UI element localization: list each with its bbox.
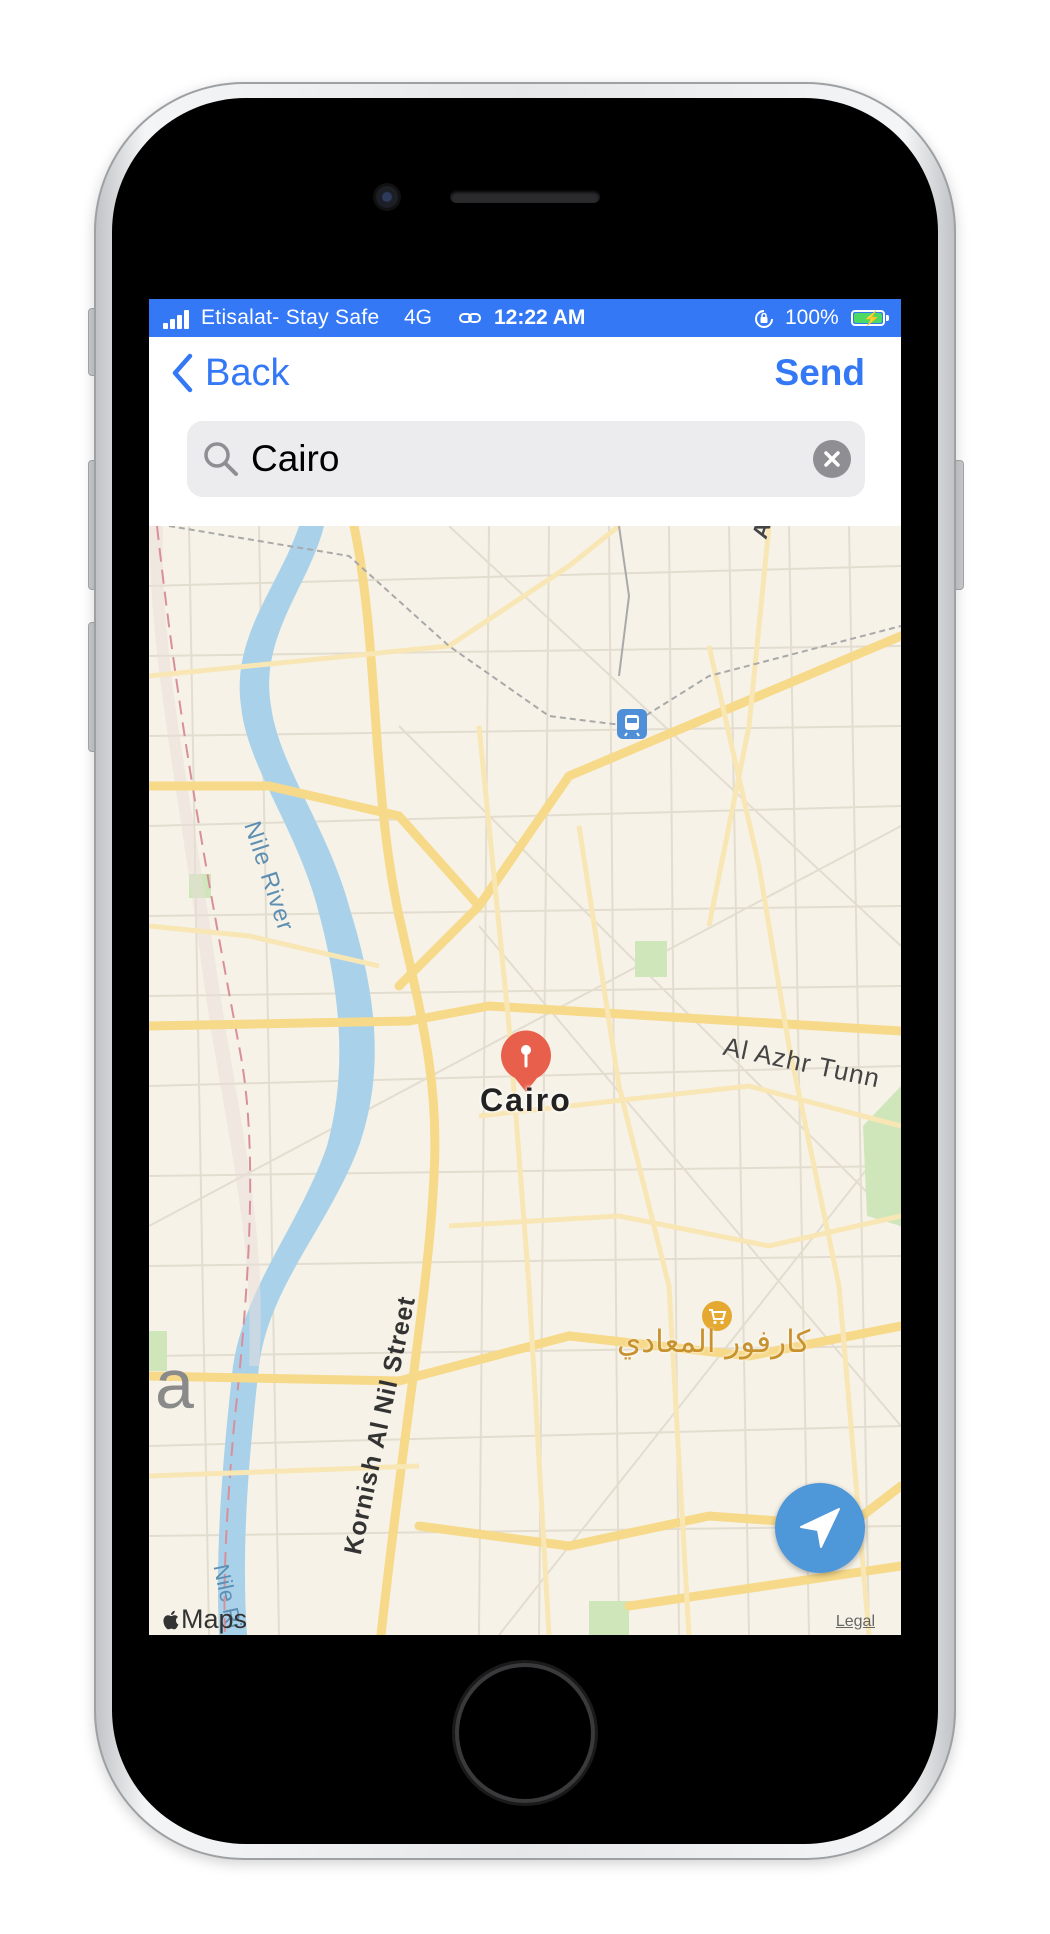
- front-camera: [376, 186, 398, 208]
- navigation-arrow-icon: [800, 1508, 840, 1548]
- chevron-left-icon: [172, 353, 193, 393]
- back-button-label: Back: [205, 351, 290, 394]
- poi-label-carrefour[interactable]: كارفور المعادي: [617, 1324, 810, 1360]
- maps-attribution: Maps: [181, 1604, 248, 1634]
- map-view[interactable]: Nile River Nile Ri Ah Al Azhr Tunn Korni…: [149, 526, 901, 1635]
- search-icon: [204, 442, 238, 476]
- carrier-name: Etisalat- Stay Safe: [201, 306, 380, 329]
- apple-logo-icon: [163, 1610, 179, 1629]
- search-bar[interactable]: [187, 421, 865, 497]
- earpiece-speaker: [450, 190, 600, 203]
- apple-maps-logo: Maps: [163, 1604, 247, 1635]
- train-station-icon[interactable]: [617, 709, 647, 739]
- close-icon: [824, 451, 840, 467]
- status-bar: Etisalat- Stay Safe 4G 12:22 AM 100% ⚡: [149, 299, 901, 337]
- send-button-label: Send: [774, 352, 865, 393]
- map-edge-letter: a: [155, 1345, 194, 1423]
- network-type: 4G: [404, 306, 433, 329]
- screen: Etisalat- Stay Safe 4G 12:22 AM 100% ⚡ B…: [149, 299, 901, 1635]
- orientation-lock-icon: [755, 310, 773, 328]
- battery-percentage: 100%: [785, 306, 839, 329]
- send-button[interactable]: Send: [775, 351, 865, 395]
- back-button[interactable]: Back: [171, 351, 289, 395]
- city-label: Cairo: [480, 1082, 572, 1118]
- legal-link[interactable]: Legal: [836, 1613, 875, 1631]
- home-button[interactable]: [459, 1667, 591, 1799]
- battery-charging-icon: ⚡: [851, 310, 889, 326]
- signal-bars-icon: [163, 309, 195, 329]
- clear-search-button[interactable]: [813, 440, 851, 478]
- search-input[interactable]: [251, 435, 791, 483]
- status-time: 12:22 AM: [494, 306, 586, 329]
- navigation-bar: Back Send: [149, 337, 901, 407]
- current-location-button[interactable]: [775, 1483, 865, 1573]
- personal-hotspot-icon: [459, 313, 481, 323]
